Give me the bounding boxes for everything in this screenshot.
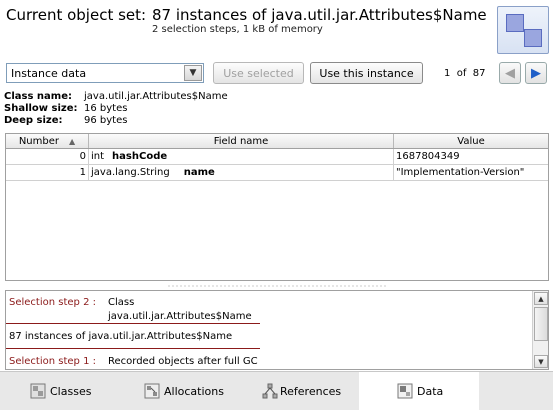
selection-step-2-class: Class: [108, 297, 135, 308]
pager-total: 87: [472, 68, 486, 79]
previous-instance-button[interactable]: ◀: [499, 62, 521, 84]
tab-label: Allocations: [164, 384, 224, 398]
arrow-right-icon: ▶: [531, 65, 541, 81]
selection-step-1-value: Recorded objects after full GC: [108, 356, 258, 367]
use-this-instance-button[interactable]: Use this instance: [310, 62, 423, 84]
references-icon: [262, 383, 278, 399]
object-set-summary: 2 selection steps, 1 kB of memory: [152, 24, 323, 35]
row-field: int hashCode: [89, 149, 394, 164]
row-number: 1: [6, 165, 89, 180]
row-value: "Implementation-Version": [396, 167, 525, 178]
field-name: name: [183, 167, 215, 178]
column-header-number[interactable]: Number ▲: [6, 134, 89, 148]
instance-pager: 1 of 87: [444, 68, 485, 79]
tab-data[interactable]: Data: [359, 372, 479, 410]
header-title: Current object set:: [6, 6, 147, 24]
selection-step-1-label: Selection step 1 :: [9, 356, 96, 367]
next-instance-button[interactable]: ▶: [525, 62, 547, 84]
pager-of: of: [456, 68, 467, 79]
selection-step-2-label: Selection step 2 :: [9, 297, 96, 308]
scroll-up-icon[interactable]: ▲: [534, 292, 548, 305]
scroll-thumb[interactable]: [534, 307, 548, 341]
table-row[interactable]: 0 int hashCode 1687804349: [6, 149, 548, 165]
classes-icon: [30, 383, 46, 399]
tab-allocations[interactable]: Allocations: [120, 372, 240, 410]
table-header: Number ▲ Field name Value: [6, 134, 548, 149]
row-number: 0: [6, 149, 89, 164]
class-name-key: Class name:: [4, 91, 72, 102]
field-type: java.lang.String: [91, 167, 170, 178]
arrow-left-icon: ◀: [505, 65, 515, 81]
shallow-size-key: Shallow size:: [4, 103, 78, 114]
column-header-value[interactable]: Value: [394, 134, 548, 148]
use-selected-button[interactable]: Use selected: [213, 62, 304, 84]
selection-step-2-class-name: java.util.jar.Attributes$Name: [108, 311, 252, 322]
step-separator: [6, 348, 260, 349]
chevron-down-icon[interactable]: ▼: [184, 65, 202, 81]
selection-step-2-result: 87 instances of java.util.jar.Attributes…: [9, 331, 233, 342]
header: Current object set: 87 instances of java…: [0, 0, 553, 58]
shallow-size-value: 16 bytes: [84, 103, 128, 114]
object-set-name: 87 instances of java.util.jar.Attributes…: [152, 6, 487, 24]
object-set-icon: [497, 6, 549, 54]
tab-label: Classes: [50, 384, 92, 398]
allocations-icon: [144, 383, 160, 399]
class-name-value: java.util.jar.Attributes$Name: [84, 91, 228, 102]
field-type: int: [91, 151, 105, 162]
deep-size-key: Deep size:: [4, 115, 63, 126]
sort-ascending-icon: ▲: [69, 136, 76, 146]
tab-label: Data: [417, 384, 444, 398]
field-name: hashCode: [112, 151, 168, 162]
column-header-field-name[interactable]: Field name: [89, 134, 394, 148]
view-select-value: Instance data: [11, 67, 87, 80]
data-icon: [397, 383, 413, 399]
row-value: 1687804349: [396, 151, 460, 162]
scroll-down-icon[interactable]: ▼: [534, 355, 548, 368]
view-select[interactable]: Instance data ▼: [6, 63, 204, 83]
tab-references[interactable]: References: [240, 372, 359, 410]
deep-size-value: 96 bytes: [84, 115, 128, 126]
panel-splitter[interactable]: [0, 283, 553, 289]
selection-steps-panel: Selection step 2 : Class java.util.jar.A…: [5, 290, 549, 370]
view-tabs: Classes Allocations References Data: [0, 371, 553, 410]
pager-current: 1: [444, 68, 451, 79]
splitter-grip[interactable]: [166, 285, 387, 287]
step-separator: [6, 323, 260, 324]
table-row[interactable]: 1 java.lang.String name "Implementation-…: [6, 165, 548, 181]
instance-info: Class name: java.util.jar.Attributes$Name…: [4, 91, 228, 127]
steps-scrollbar[interactable]: ▲ ▼: [532, 291, 548, 369]
tab-classes[interactable]: Classes: [0, 372, 120, 410]
fields-table: Number ▲ Field name Value 0 int hashCode …: [5, 133, 549, 281]
tab-label: References: [280, 384, 342, 398]
row-field: java.lang.String name: [89, 165, 394, 180]
